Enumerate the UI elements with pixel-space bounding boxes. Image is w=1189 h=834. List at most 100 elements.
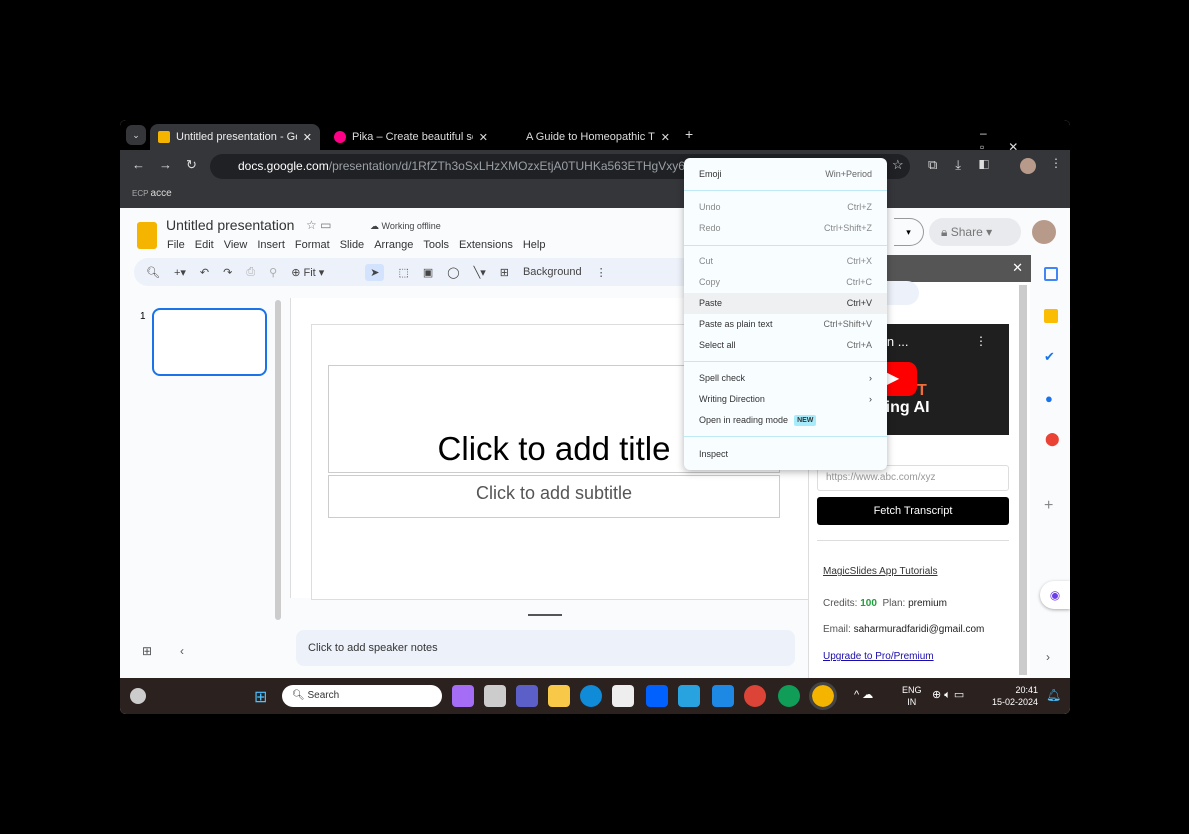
contacts-icon[interactable]: ● bbox=[1045, 391, 1053, 406]
add-icon[interactable]: +▾ bbox=[174, 266, 186, 279]
profile-avatar[interactable] bbox=[1020, 158, 1036, 174]
slideshow-dropdown[interactable]: ▾ bbox=[894, 218, 924, 246]
menu-slide[interactable]: Slide bbox=[340, 239, 364, 251]
print-icon[interactable]: ⎙ bbox=[246, 266, 255, 279]
star-icon[interactable]: ☆ ▭ bbox=[306, 218, 331, 232]
zoom-select[interactable]: ⊕ Fit ▾ bbox=[291, 266, 351, 279]
menu-item-inspect[interactable]: Inspect bbox=[684, 444, 887, 465]
menu-format[interactable]: Format bbox=[295, 239, 330, 251]
notes-resize-handle[interactable] bbox=[528, 614, 562, 616]
speaker-notes[interactable]: Click to add speaker notes bbox=[296, 630, 795, 666]
line-icon[interactable]: ╲▾ bbox=[474, 266, 486, 279]
tab-slides[interactable]: Untitled presentation - Google S✕ bbox=[150, 124, 320, 150]
close-icon[interactable]: ✕ bbox=[479, 131, 488, 144]
weather-icon[interactable] bbox=[130, 688, 146, 704]
subtitle-placeholder[interactable]: Click to add subtitle bbox=[328, 475, 780, 518]
taskbar-search[interactable]: 🔍︎ Search bbox=[282, 685, 442, 707]
menu-item-paste-plain[interactable]: Paste as plain text Ctrl+Shift+V bbox=[684, 314, 887, 335]
slides-app: Untitled presentation ☆ ▭ ☁ Working offl… bbox=[120, 208, 1070, 678]
menu-item-writing-direction[interactable]: Writing Direction › bbox=[684, 389, 887, 410]
tab-search-button[interactable]: ⌄ bbox=[126, 125, 146, 145]
close-icon[interactable]: ✕ bbox=[661, 131, 670, 144]
email-info: Email: saharmuradfaridi@gmail.com bbox=[823, 624, 985, 635]
menu-extensions[interactable]: Extensions bbox=[459, 239, 513, 251]
grid-view-icon[interactable]: ⊞ bbox=[142, 644, 152, 658]
extension-icons[interactable]: ⧉⤓◧ bbox=[928, 157, 1007, 173]
menu-item-spell-check[interactable]: Spell check › bbox=[684, 368, 887, 389]
panel-scrollbar[interactable] bbox=[1019, 285, 1027, 675]
keep-icon[interactable] bbox=[1044, 309, 1058, 323]
menu-tools[interactable]: Tools bbox=[423, 239, 449, 251]
menu-help[interactable]: Help bbox=[523, 239, 546, 251]
textbox-icon[interactable]: ⬚ bbox=[398, 266, 408, 279]
filmstrip-scrollbar[interactable] bbox=[275, 300, 281, 620]
undo-icon[interactable]: ↶ bbox=[200, 266, 209, 279]
start-icon[interactable]: ⊞ bbox=[254, 687, 267, 707]
menu-item-select-all[interactable]: Select all Ctrl+A bbox=[684, 335, 887, 356]
menu-file[interactable]: File bbox=[167, 239, 185, 251]
copilot-icon[interactable] bbox=[452, 685, 474, 707]
store-icon[interactable] bbox=[612, 685, 634, 707]
explorer-icon[interactable] bbox=[548, 685, 570, 707]
dropbox-icon[interactable] bbox=[646, 685, 668, 707]
taskview-icon[interactable] bbox=[484, 685, 506, 707]
shape-icon[interactable]: ◯ bbox=[447, 266, 459, 279]
avatar[interactable] bbox=[1032, 220, 1056, 244]
menu-item-undo[interactable]: Undo Ctrl+Z bbox=[684, 197, 887, 218]
new-tab-button[interactable]: + bbox=[685, 126, 693, 142]
language-indicator[interactable]: ENG IN bbox=[902, 684, 922, 708]
menu-item-reading-mode[interactable]: Open in reading mode NEW bbox=[684, 410, 887, 431]
more-icon[interactable]: ⋮ bbox=[975, 334, 987, 348]
chrome-profile-icon[interactable] bbox=[778, 685, 800, 707]
menu-item-copy[interactable]: Copy Ctrl+C bbox=[684, 272, 887, 293]
paint-format-icon[interactable]: ⚲ bbox=[269, 266, 277, 279]
tab-homeopathic[interactable]: A Guide to Homeopathic Treatn✕ bbox=[518, 124, 678, 150]
tutorials-link[interactable]: MagicSlides App Tutorials bbox=[823, 566, 938, 577]
search-icon[interactable]: 🔍︎ bbox=[146, 266, 160, 279]
more-icon[interactable]: ⋮ bbox=[596, 266, 607, 279]
slide-thumbnail[interactable] bbox=[152, 308, 267, 376]
close-icon[interactable]: ✕ bbox=[1012, 260, 1023, 276]
menu-item-cut[interactable]: Cut Ctrl+X bbox=[684, 251, 887, 272]
app-icon[interactable] bbox=[678, 685, 700, 707]
redo-icon[interactable]: ↷ bbox=[223, 266, 232, 279]
nav-buttons[interactable]: ←→↻ bbox=[132, 157, 211, 173]
image-icon[interactable]: ▣ bbox=[423, 266, 433, 279]
teams-icon[interactable] bbox=[516, 685, 538, 707]
calendar-icon[interactable] bbox=[1044, 267, 1058, 281]
star-icon[interactable]: ☆ bbox=[892, 157, 904, 173]
menu-insert[interactable]: Insert bbox=[257, 239, 285, 251]
tab-pika[interactable]: Pika – Create beautiful screensh✕ bbox=[326, 124, 496, 150]
edge-icon[interactable] bbox=[580, 685, 602, 707]
share-button[interactable]: 🔒︎ Share ▾ bbox=[929, 218, 1021, 246]
collapse-icon[interactable]: ‹ bbox=[180, 644, 184, 658]
fetch-transcript-button[interactable]: Fetch Transcript bbox=[817, 497, 1009, 525]
notification-icon[interactable]: 🔔︎ bbox=[1046, 688, 1061, 702]
credits-info: Credits: 100 Plan: premium bbox=[823, 598, 947, 609]
comment-icon[interactable]: ⊞ bbox=[500, 266, 509, 279]
chrome-icon[interactable] bbox=[744, 685, 766, 707]
tray-chevron-icon[interactable]: ^ ☁ bbox=[854, 688, 873, 701]
menu-arrange[interactable]: Arrange bbox=[374, 239, 413, 251]
clock[interactable]: 20:41 15-02-2024 bbox=[992, 684, 1038, 708]
expand-icon[interactable]: › bbox=[1046, 650, 1050, 664]
background-button[interactable]: Background bbox=[523, 266, 582, 278]
add-icon[interactable]: + bbox=[1044, 497, 1053, 515]
menu-view[interactable]: View bbox=[224, 239, 248, 251]
menu-icon[interactable]: ⋮ bbox=[1050, 156, 1062, 170]
menu-item-paste[interactable]: Paste Ctrl+V bbox=[684, 293, 887, 314]
select-icon[interactable]: ➤ bbox=[365, 263, 385, 281]
assistant-icon[interactable]: ◉ bbox=[1040, 581, 1070, 609]
chrome-active-icon[interactable] bbox=[809, 682, 837, 710]
bookmark[interactable]: acce bbox=[151, 188, 172, 199]
system-tray-icons[interactable]: ⊕ 🔈︎ ▭ bbox=[932, 688, 964, 702]
menu-edit[interactable]: Edit bbox=[195, 239, 214, 251]
upgrade-link[interactable]: Upgrade to Pro/Premium bbox=[823, 651, 934, 662]
doc-title[interactable]: Untitled presentation bbox=[166, 217, 294, 233]
maps-icon[interactable]: ⬤ bbox=[1045, 431, 1060, 447]
tasks-icon[interactable]: ✔ bbox=[1044, 349, 1055, 365]
menu-item-redo[interactable]: Redo Ctrl+Shift+Z bbox=[684, 218, 887, 239]
mail-icon[interactable] bbox=[712, 685, 734, 707]
menu-item-emoji[interactable]: Emoji Win+Period bbox=[684, 164, 887, 185]
close-icon[interactable]: ✕ bbox=[303, 131, 312, 144]
